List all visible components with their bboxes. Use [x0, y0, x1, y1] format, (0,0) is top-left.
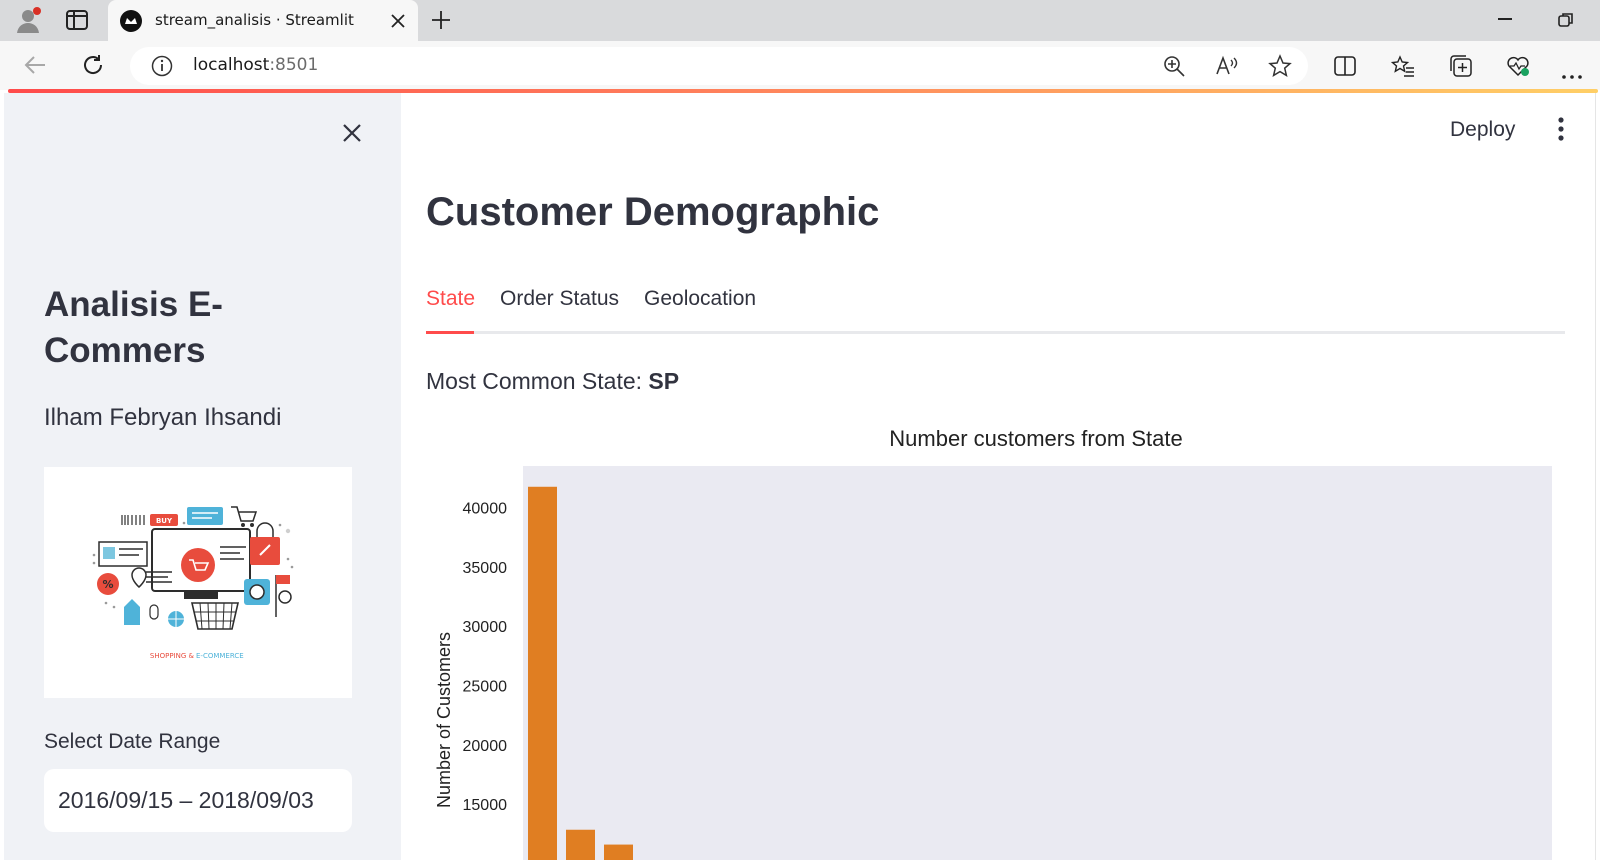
svg-text:BUY: BUY [156, 517, 173, 525]
new-tab-icon[interactable] [431, 10, 451, 30]
chart-y-axis-label: Number of Customers [434, 632, 454, 808]
chart-y-tick-label: 30000 [463, 619, 508, 636]
most-common-state-value: SP [648, 368, 680, 394]
chart-y-tick-label: 20000 [463, 738, 508, 755]
address-bar[interactable]: localhost:8501 [130, 47, 1308, 85]
close-tab-icon[interactable] [391, 13, 405, 28]
illustration-caption-left: SHOPPING & [150, 652, 195, 660]
profile-icon[interactable] [14, 6, 42, 34]
url-host: localhost [193, 55, 270, 75]
chart-plot-area [523, 466, 1552, 860]
split-screen-icon[interactable] [1334, 55, 1356, 77]
chart-bar [566, 829, 595, 860]
chart-y-tick-label: 35000 [463, 560, 508, 577]
most-common-state-label: Most Common State: [426, 368, 643, 394]
chart-y-tick-label: 25000 [463, 679, 508, 696]
url-port: :8501 [269, 55, 319, 75]
minimize-icon[interactable] [1498, 18, 1512, 20]
reload-icon[interactable] [81, 53, 105, 77]
browser-health-icon[interactable] [1506, 54, 1530, 78]
tab-actions-icon[interactable] [66, 10, 88, 30]
active-tab-indicator [426, 331, 474, 334]
browser-tab-active[interactable]: stream_analisis · Streamlit [108, 0, 418, 41]
deploy-button[interactable]: Deploy [1450, 118, 1515, 142]
chart-y-ticks: 15000 20000 25000 30000 35000 40000 [463, 501, 508, 815]
back-icon[interactable] [24, 55, 46, 75]
tabs-underline [426, 331, 1565, 334]
most-common-state: Most Common State: SP [426, 368, 679, 395]
favorite-star-icon[interactable] [1268, 54, 1292, 78]
url-text[interactable]: localhost:8501 [193, 55, 318, 75]
tab-state[interactable]: State [426, 287, 475, 311]
ecommerce-illustration: BUY % SHOPPING & E-COMMERCE [44, 467, 352, 698]
date-range-value: 2016/09/15 – 2018/09/03 [58, 787, 314, 813]
favorites-icon[interactable] [1390, 55, 1415, 77]
close-sidebar-icon[interactable] [342, 123, 362, 143]
chart-title: Number customers from State [889, 426, 1182, 451]
chart-y-tick-label: 40000 [463, 501, 508, 518]
sidebar-author: Ilham Febryan Ihsandi [44, 404, 282, 431]
restore-icon[interactable] [1558, 12, 1574, 28]
more-menu-icon[interactable] [1562, 64, 1582, 79]
date-range-input[interactable]: 2016/09/15 – 2018/09/03 [44, 769, 352, 832]
browser-tabstrip: stream_analisis · Streamlit [0, 0, 1600, 41]
read-aloud-icon[interactable] [1215, 55, 1239, 77]
chart-bar [604, 844, 633, 860]
tab-order-status[interactable]: Order Status [500, 287, 619, 311]
browser-tab-title: stream_analisis · Streamlit [155, 11, 354, 29]
zoom-icon[interactable] [1163, 55, 1185, 77]
state-bar-chart: Number customers from State Number of Cu… [434, 426, 1552, 860]
page-title: Customer Demographic [426, 190, 880, 234]
chart-bar [528, 486, 557, 860]
illustration-caption-right: E-COMMERCE [196, 652, 244, 660]
collections-icon[interactable] [1449, 54, 1473, 78]
tab-geolocation[interactable]: Geolocation [644, 287, 756, 311]
svg-text:%: % [102, 578, 113, 591]
site-info-icon[interactable] [151, 55, 173, 77]
main-menu-icon[interactable] [1558, 117, 1564, 141]
chart-y-tick-label: 15000 [463, 797, 508, 814]
streamlit-favicon-icon [120, 10, 142, 32]
sidebar-title: Analisis E-Commers [44, 285, 223, 370]
date-range-label: Select Date Range [44, 730, 221, 753]
